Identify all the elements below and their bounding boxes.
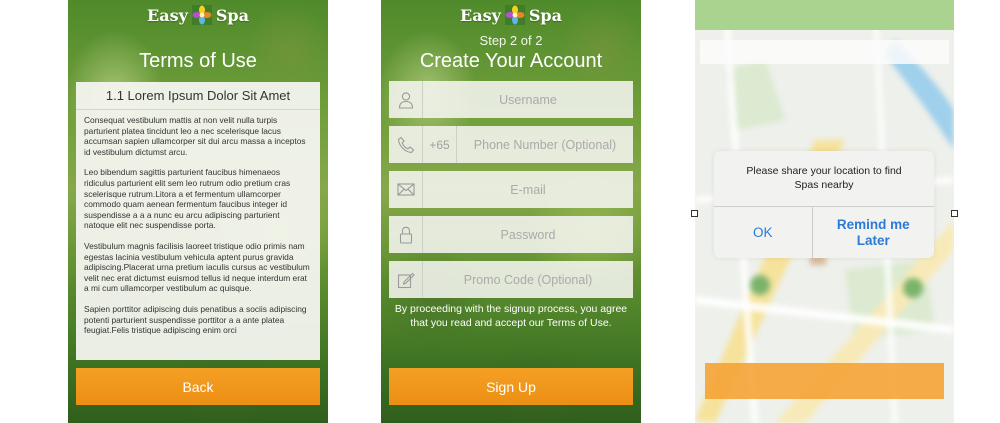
create-account-screen: Easy Spa Step 2 of 2 Create Your Account: [381, 0, 641, 423]
password-input[interactable]: [423, 216, 633, 253]
selection-handle[interactable]: [951, 210, 958, 217]
ok-button[interactable]: OK: [714, 207, 813, 258]
terms-screen: Easy Spa Terms of Use 1.1 Lorem Ipsum Do…: [68, 0, 328, 423]
username-input[interactable]: [423, 81, 633, 118]
email-input[interactable]: [423, 171, 633, 208]
flower-logo-icon: [191, 5, 212, 25]
app-logo: Easy Spa: [68, 5, 328, 25]
alert-button-row: OK Remind me Later: [714, 206, 934, 258]
logo-word-spa: Spa: [528, 5, 562, 25]
flower-logo-icon: [504, 5, 525, 25]
person-icon: [389, 81, 423, 118]
email-field[interactable]: [389, 171, 633, 208]
app-logo: Easy Spa: [381, 5, 641, 25]
page-title: Terms of Use: [139, 50, 257, 72]
lock-icon: [389, 216, 423, 253]
storyboard-canvas: Easy Spa Terms of Use 1.1 Lorem Ipsum Do…: [0, 0, 1000, 423]
step-indicator: Step 2 of 2: [479, 33, 543, 48]
envelope-icon: [389, 171, 423, 208]
country-code-prefix[interactable]: +65: [423, 126, 457, 163]
phone-icon: [389, 126, 423, 163]
terms-text: Consequat vestibulum mattis at non velit…: [76, 110, 320, 336]
terms-paragraph: Sapien porttitor adipiscing duis penatib…: [84, 303, 307, 336]
logo-word-spa: Spa: [215, 5, 249, 25]
phone-field[interactable]: +65: [389, 126, 633, 163]
alert-message: Please share your location to find Spas …: [746, 165, 902, 191]
selection-handle[interactable]: [691, 210, 698, 217]
location-alert-dialog: Please share your location to find Spas …: [714, 151, 934, 258]
terms-consent-text: By proceeding with the signup process, y…: [394, 303, 628, 329]
terms-section-heading: 1.1 Lorem Ipsum Dolor Sit Amet: [76, 82, 320, 110]
pencil-icon: [389, 261, 423, 298]
password-field[interactable]: [389, 216, 633, 253]
logo-word-easy: Easy: [460, 5, 501, 25]
terms-paragraph: Consequat vestibulum mattis at non velit…: [84, 115, 306, 157]
phone-input[interactable]: [457, 126, 633, 163]
terms-scroll-area[interactable]: 1.1 Lorem Ipsum Dolor Sit Amet Consequat…: [76, 82, 320, 360]
terms-paragraph: Vestibulum magnis facilisis laoreet tris…: [84, 240, 310, 294]
page-title: Create Your Account: [419, 50, 603, 72]
search-button-dimmed: [705, 363, 944, 399]
promo-code-input[interactable]: [423, 261, 633, 298]
sign-up-button[interactable]: Sign Up: [389, 368, 633, 405]
promo-field[interactable]: [389, 261, 633, 298]
location-permission-screen: Please share your location to find Spas …: [695, 0, 954, 423]
username-field[interactable]: [389, 81, 633, 118]
logo-word-easy: Easy: [147, 5, 188, 25]
back-button[interactable]: Back: [76, 368, 320, 405]
remind-later-button[interactable]: Remind me Later: [813, 207, 935, 258]
terms-paragraph: Leo bibendum sagittis parturient faucibu…: [84, 167, 291, 231]
